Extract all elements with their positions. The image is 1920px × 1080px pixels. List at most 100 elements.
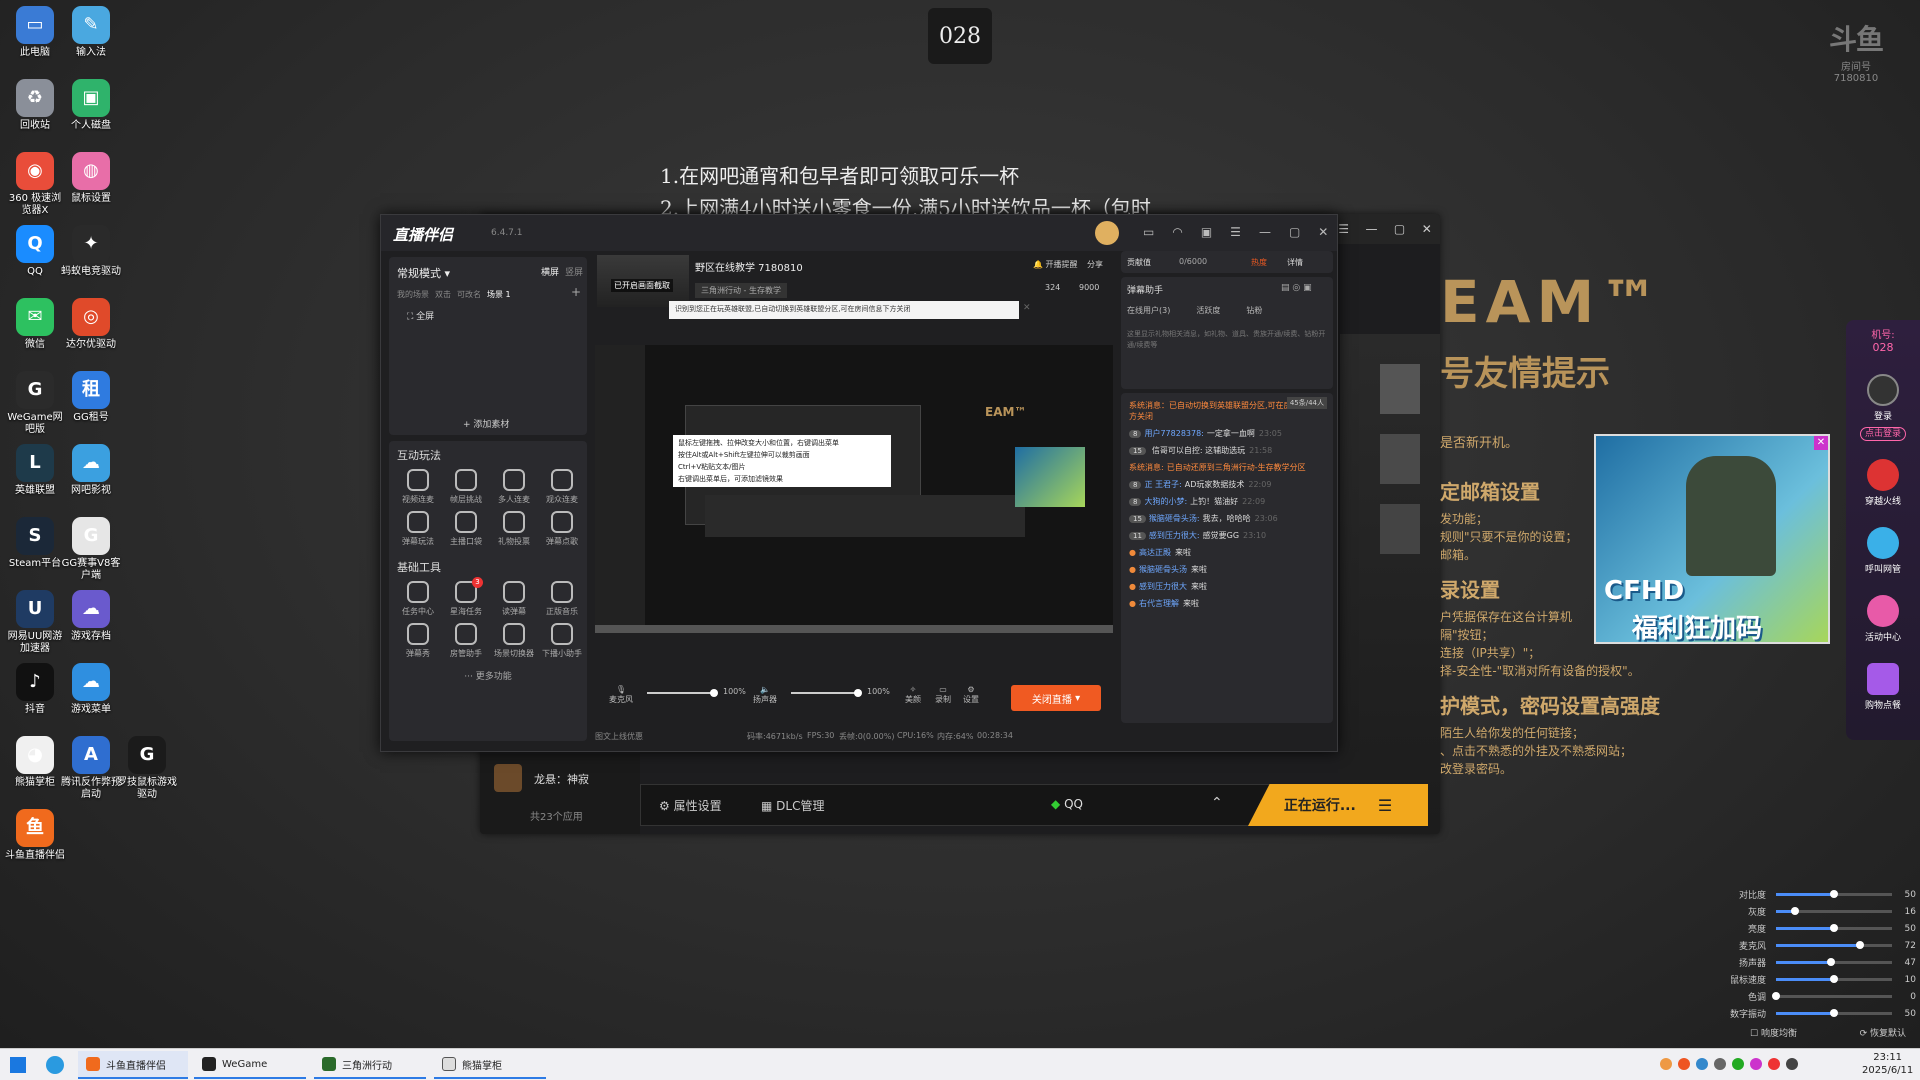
tool-button[interactable]: 帧层挑战 [443,469,489,505]
room-title[interactable]: 野区在线教学 7180810 [695,259,803,274]
desktop-icon[interactable]: Q QQ [4,225,66,278]
tab-active[interactable]: 活跃度 [1196,305,1220,316]
more-functions[interactable]: ··· 更多功能 [389,669,587,682]
slider-track[interactable] [1776,924,1892,932]
tool-button[interactable]: 星海任务 3 [443,577,489,617]
share-button[interactable]: 分享 [1087,259,1103,270]
desktop-icon[interactable]: ▣ 个人磁盘 [60,79,122,132]
tray-icon[interactable] [1714,1058,1726,1070]
speaker-slider[interactable] [791,689,862,697]
menu-icon[interactable]: ☰ [1378,796,1392,815]
slider-track[interactable] [1772,992,1892,1000]
tool-button[interactable]: 下播小助手 [539,623,585,659]
message-icon[interactable]: ▭ [1143,225,1154,239]
tool-button[interactable]: 弹幕玩法 [395,511,441,547]
running-button[interactable]: 正在运行... ☰ [1248,784,1428,826]
desktop-icon[interactable]: ✉ 微信 [4,298,66,351]
sidebar-item-shop[interactable]: 购物点餐 [1846,663,1920,711]
speaker-slider-knob[interactable] [854,689,862,697]
slider-track[interactable] [1776,958,1892,966]
slider-knob[interactable] [1790,907,1799,915]
chevron-up-icon[interactable]: ⌃ [1211,795,1223,811]
entry-message[interactable]: ● 感到压力很大 来啦 [1121,578,1333,595]
mic-control[interactable]: 🎙 麦克风 [609,685,633,705]
menu-icon[interactable]: ☰ [1230,225,1241,239]
helper-icons[interactable]: ▤ ◎ ▣ [1281,283,1312,293]
headset-icon[interactable]: ◠ [1172,225,1182,239]
entry-message[interactable]: ● 右代言理解 来啦 [1121,595,1333,612]
desktop-icon[interactable]: G WeGame网吧版 [4,371,66,436]
tray-icon[interactable] [1678,1058,1690,1070]
entry-message[interactable]: ● 猴脑砸骨头汤 来啦 [1121,561,1333,578]
hot-rank[interactable]: 热度 [1251,257,1267,268]
slider-knob[interactable] [1830,890,1838,898]
slider-knob[interactable] [1855,941,1864,949]
tool-button[interactable]: 主播口袋 [443,511,489,547]
maximize-icon[interactable]: ▢ [1289,225,1300,239]
tool-button[interactable]: 视频连麦 [395,469,441,505]
orient-horizontal[interactable]: 横屏 [541,265,559,278]
desktop-icon[interactable]: ▭ 此电脑 [4,6,66,59]
stream-preview[interactable]: EAM™ 鼠标左键拖拽、拉伸改变大小和位置，右键调出菜单 按住Alt或Alt+S… [595,345,1113,633]
add-scene-icon[interactable]: + [571,285,581,299]
chat-message[interactable]: 8 大狗的小梦: 上钓！猫油好 22:09 [1121,493,1333,510]
desktop-icon[interactable]: ◎ 达尔优驱动 [60,298,122,351]
tab-diamond[interactable]: 钻粉 [1246,305,1262,316]
sidebar-item-events[interactable]: 活动中心 [1846,595,1920,643]
settings-button[interactable]: ⚙ 设置 [963,685,979,705]
ad-close-icon[interactable]: ✕ [1814,436,1828,450]
desktop-icon[interactable]: ◍ 鼠标设置 [60,152,122,205]
edge-icon[interactable] [46,1056,64,1074]
slider-knob[interactable] [1772,992,1780,1000]
task-douyu[interactable]: 斗鱼直播伴侣 [78,1051,188,1079]
task-delta[interactable]: 三角洲行动 [314,1051,426,1079]
mode-dropdown[interactable]: 常规模式 ▾ [397,265,450,281]
slider-knob[interactable] [1826,958,1835,966]
thumb-2[interactable] [1380,434,1420,484]
chat-panel[interactable]: 系统消息：已自动切换到英雄联盟分区,可在房间信息下方关闭 45条/44人 8 用户… [1121,393,1333,723]
dlc-button[interactable]: ▦ DLC管理 [761,797,824,814]
slider-track[interactable] [1776,907,1892,915]
tray-icon[interactable] [1750,1058,1762,1070]
tool-button[interactable]: 房管助手 [443,623,489,659]
speaker-control[interactable]: 🔈 扬声器 [753,685,777,705]
sidebar-item-call[interactable]: 呼叫网管 [1846,527,1920,575]
scene-tab[interactable]: 可改名 [457,289,481,300]
slider-track[interactable] [1776,890,1892,898]
desktop-icon[interactable]: S Steam平台 [4,517,66,570]
tool-button[interactable]: 观众连麦 [539,469,585,505]
desktop-icon[interactable]: ◉ 360 极速浏览器X [4,152,66,217]
entry-message[interactable]: ● 高达正殿 来啦 [1121,544,1333,561]
desktop-icon[interactable]: ♻ 回收站 [4,79,66,132]
slider-knob[interactable] [1830,1009,1838,1017]
desktop-icon[interactable]: ☁ 游戏存档 [60,590,122,643]
record-button[interactable]: ▭ 录制 [935,685,951,705]
click-login-button[interactable]: 点击登录 [1846,426,1920,441]
tool-button[interactable]: 弹幕点歌 [539,511,585,547]
chat-message[interactable]: 8正 王君子: AD玩家数据技术 22:09 [1121,476,1333,493]
room-cover[interactable]: 已开启画面截取 [597,255,689,307]
desktop-icon[interactable]: ♪ 抖音 [4,663,66,716]
tray-icon[interactable] [1696,1058,1708,1070]
tray-icon[interactable] [1732,1058,1744,1070]
clock[interactable]: 23:11 2025/6/11 [1862,1051,1913,1077]
slider-track[interactable] [1776,975,1892,983]
tool-button[interactable]: 礼物投票 [491,511,537,547]
thumb-1[interactable] [1380,364,1420,414]
tray-icon[interactable] [1660,1058,1672,1070]
minimize-icon[interactable]: — [1365,222,1377,236]
source-item[interactable]: ⛶ 全屏 [407,309,434,322]
close-icon[interactable]: ✕ [1318,225,1328,239]
desktop-icon[interactable]: 租 GG租号 [60,371,122,424]
avatar[interactable] [1095,221,1119,245]
tool-button[interactable]: 任务中心 [395,581,441,617]
tab-online[interactable]: 在线用户(3) [1127,305,1170,316]
scene-tab-active[interactable]: 场景 1 [487,289,511,300]
sidebar-item-cf[interactable]: 穿越火线 [1846,459,1920,507]
loudness-toggle[interactable]: ☐ 响度均衡 [1750,1026,1797,1039]
orient-vertical[interactable]: 竖屏 [565,265,583,278]
tray-icon[interactable] [1768,1058,1780,1070]
mic-slider-knob[interactable] [710,689,718,697]
slider-knob[interactable] [1830,975,1838,983]
stat-upload[interactable]: 图文上线优惠 [595,731,643,742]
